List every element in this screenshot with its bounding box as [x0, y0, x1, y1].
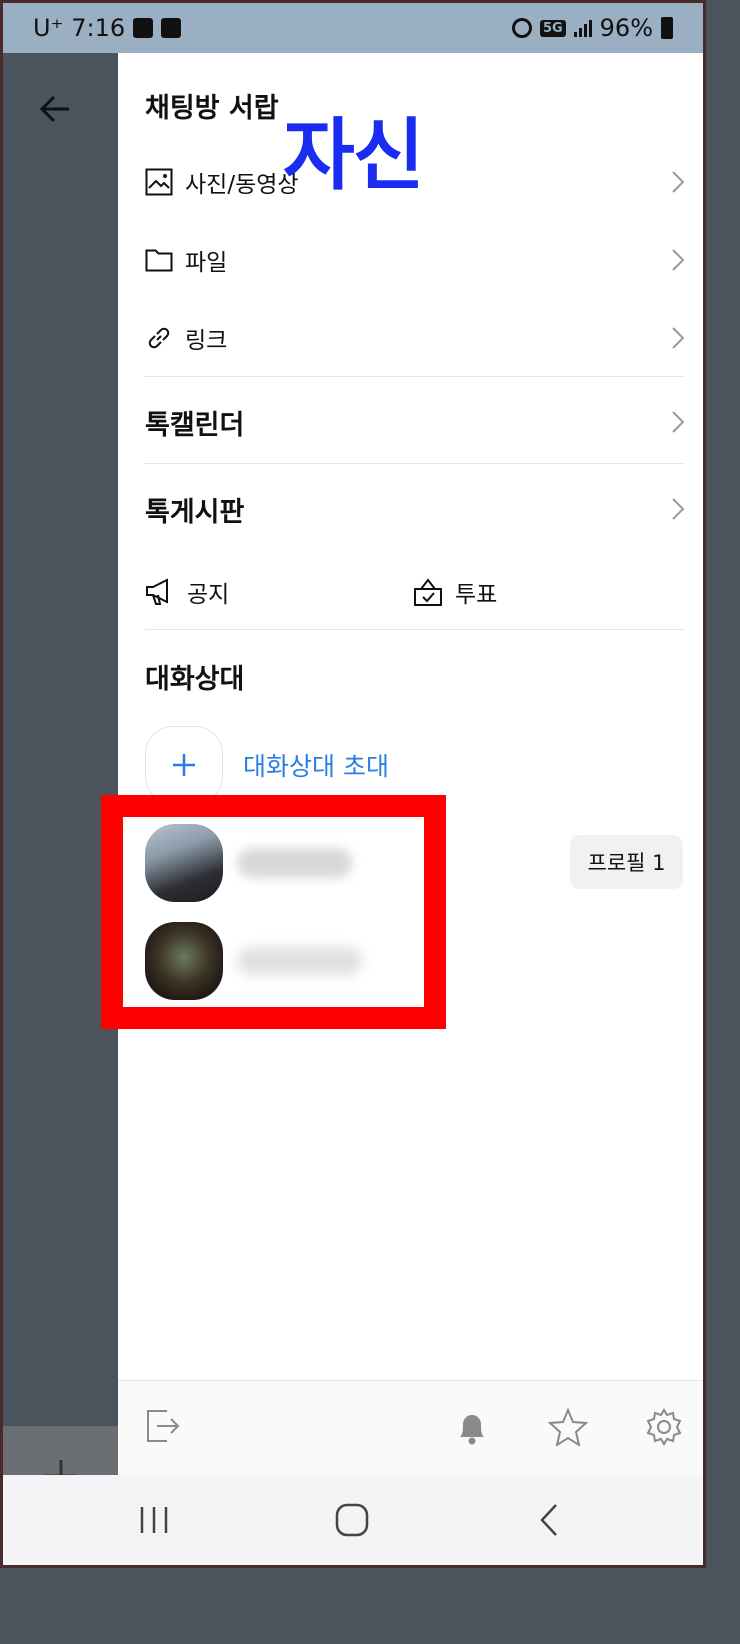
network-type: 5G: [539, 19, 566, 37]
talk-board-label: 톡게시판: [145, 496, 245, 528]
chevron-right-icon: [672, 327, 685, 349]
chevron-right-icon: [672, 249, 685, 271]
divider: [145, 376, 685, 377]
chat-background-pane[interactable]: [3, 53, 118, 1526]
drawer-toolbar: [118, 1380, 703, 1475]
link-icon: [148, 327, 170, 349]
drawer-item-media[interactable]: 사진/동영상: [145, 161, 685, 203]
carrier-label: U⁺: [33, 14, 64, 42]
talk-calendar-label: 톡캘린더: [145, 409, 245, 441]
recent-apps-icon[interactable]: [138, 1503, 170, 1541]
drawer-title: 채팅방 서랍: [145, 93, 279, 124]
alarm-icon: [511, 18, 532, 38]
signal-icon: [573, 19, 592, 37]
chevron-right-icon: [672, 411, 685, 433]
status-bar: U⁺ 7:16 5G 96%: [3, 3, 703, 53]
chevron-right-icon: [672, 171, 685, 193]
favorite-star-icon[interactable]: [547, 1407, 589, 1450]
plus-icon: [173, 754, 195, 776]
folder-icon: [145, 249, 173, 272]
divider: [145, 629, 685, 630]
invite-member-label: 대화상대 초대: [243, 752, 389, 781]
drawer-item-files-label: 파일: [185, 250, 228, 276]
chat-drawer: 채팅방 서랍 자신 사진/동영상 파일 링크 톡캘린더 톡게시판 공지 투표 대…: [118, 53, 703, 1475]
chevron-right-icon: [672, 498, 685, 520]
megaphone-icon: [146, 578, 168, 605]
drawer-item-media-label: 사진/동영상: [185, 172, 299, 198]
drawer-item-vote[interactable]: 투표: [413, 571, 613, 613]
system-navigation-bar: [3, 1475, 703, 1565]
notification-bell-icon[interactable]: [454, 1408, 490, 1450]
annotation-highlight-box: [101, 795, 446, 1029]
drawer-item-links-label: 링크: [185, 328, 228, 354]
invite-plus-button[interactable]: [145, 726, 223, 804]
divider: [145, 463, 685, 464]
back-nav-icon[interactable]: [538, 1503, 560, 1541]
drawer-item-files[interactable]: 파일: [145, 239, 685, 281]
home-icon[interactable]: [335, 1503, 369, 1541]
members-section-header: 대화상대: [145, 655, 685, 697]
battery-percent: 96%: [599, 14, 653, 42]
battery-icon: [661, 17, 673, 39]
drawer-item-talk-calendar[interactable]: 톡캘린더: [145, 401, 685, 443]
invite-member-button[interactable]: 대화상대 초대: [145, 725, 685, 805]
leave-chat-icon[interactable]: [145, 1408, 181, 1448]
drawer-item-talk-board[interactable]: 톡게시판: [145, 488, 685, 530]
screen: U⁺ 7:16 5G 96% 채팅방 서랍 자신 사진/동영상 파일 링크 톡캘…: [0, 0, 706, 1568]
notice-label: 공지: [187, 582, 230, 608]
clock: 7:16: [71, 14, 126, 42]
drawer-item-links[interactable]: 링크: [145, 317, 685, 359]
settings-gear-icon[interactable]: [645, 1408, 683, 1450]
members-title: 대화상대: [145, 663, 245, 695]
drawer-item-notice[interactable]: 공지: [145, 571, 395, 613]
profile-button[interactable]: 프로필 1: [570, 835, 683, 889]
image-icon: [145, 168, 173, 196]
app-notification-icon: [161, 18, 182, 38]
ballot-box-icon: [414, 578, 442, 606]
gallery-notification-icon: [133, 18, 154, 38]
vote-label: 투표: [455, 582, 498, 608]
back-arrow-icon[interactable]: [37, 91, 73, 131]
